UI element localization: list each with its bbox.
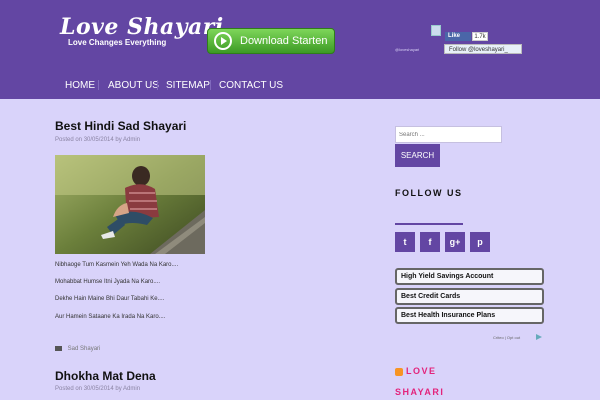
search-input[interactable] — [395, 126, 502, 143]
feed-title-shayari[interactable]: SHAYARI — [395, 387, 444, 397]
post-title[interactable]: Best Hindi Sad Shayari — [55, 119, 186, 133]
social-widget: Like 1.7k @loveshayari Follow @loveshaya… — [395, 25, 535, 55]
adchoices-text[interactable]: Criteo | Opt out — [493, 335, 520, 340]
post-featured-image[interactable] — [55, 155, 205, 254]
heading-underline — [395, 223, 463, 225]
search-button[interactable]: SEARCH — [395, 144, 440, 167]
sad-boy-photo — [55, 155, 205, 254]
adchoices-icon[interactable] — [536, 334, 542, 340]
site-logo[interactable]: Love Shayari Love Changes Everything — [60, 14, 224, 47]
nav-item-contact-us[interactable]: CONTACT US — [219, 80, 283, 91]
post-excerpt-line: Aur Hamein Sataane Ka Irada Na Karo.... — [55, 314, 166, 320]
post-excerpt-line: Nibhaoge Tum Kasmein Yeh Wada Na Karo...… — [55, 262, 179, 268]
ad-link-health-insurance[interactable]: Best Health Insurance Plans — [395, 307, 544, 324]
facebook-like-count: 1.7k — [472, 32, 488, 41]
google-plus-icon[interactable]: g+ — [445, 232, 465, 252]
facebook-like-button[interactable]: Like — [445, 32, 471, 41]
nav-separator — [157, 80, 158, 90]
post-meta: Posted on 30/05/2014 by Admin — [55, 386, 141, 392]
facebook-icon[interactable]: f — [420, 232, 440, 252]
post-title[interactable]: Dhokha Mat Dena — [55, 369, 156, 383]
category-link[interactable]: Sad Shayari — [68, 346, 101, 352]
nav-item-sitemap[interactable]: SITEMAP — [166, 80, 210, 91]
pinterest-icon[interactable]: p — [470, 232, 490, 252]
post-excerpt-line: Mohabbat Humse Itni Jyada Na Karo.... — [55, 279, 161, 285]
logo-title: Love Shayari — [60, 14, 224, 40]
feed-title-love[interactable]: LOVE — [406, 366, 437, 376]
post-category: Sad Shayari — [55, 346, 100, 352]
ad-link-savings[interactable]: High Yield Savings Account — [395, 268, 544, 285]
facebook-like-label: Like — [448, 33, 461, 39]
twitter-follow-button[interactable]: Follow @loveshayari_ — [444, 44, 522, 54]
twitter-icon[interactable]: t — [395, 232, 415, 252]
nav-separator — [210, 80, 211, 90]
post-meta: Posted on 30/05/2014 by Admin — [55, 137, 141, 143]
twitter-follow-label: Follow @loveshayari_ — [449, 47, 508, 53]
post-excerpt-line: Dekhe Hain Maine Bhi Daur Tabahi Ke.... — [55, 296, 165, 302]
nav-item-home[interactable]: HOME — [65, 80, 95, 91]
rss-icon[interactable] — [395, 368, 403, 376]
nav-item-about-us[interactable]: ABOUT US — [108, 80, 159, 91]
follow-us-heading: FOLLOW US — [395, 188, 463, 198]
download-button[interactable]: Download Starten — [207, 28, 335, 54]
ad-link-credit-cards[interactable]: Best Credit Cards — [395, 288, 544, 305]
nav-separator — [98, 80, 99, 90]
folder-icon — [55, 346, 62, 351]
small-handle-text: @loveshayari — [395, 47, 420, 52]
play-icon — [214, 32, 232, 50]
google-plus-mini-icon[interactable] — [431, 25, 441, 36]
download-label: Download Starten — [240, 35, 328, 47]
